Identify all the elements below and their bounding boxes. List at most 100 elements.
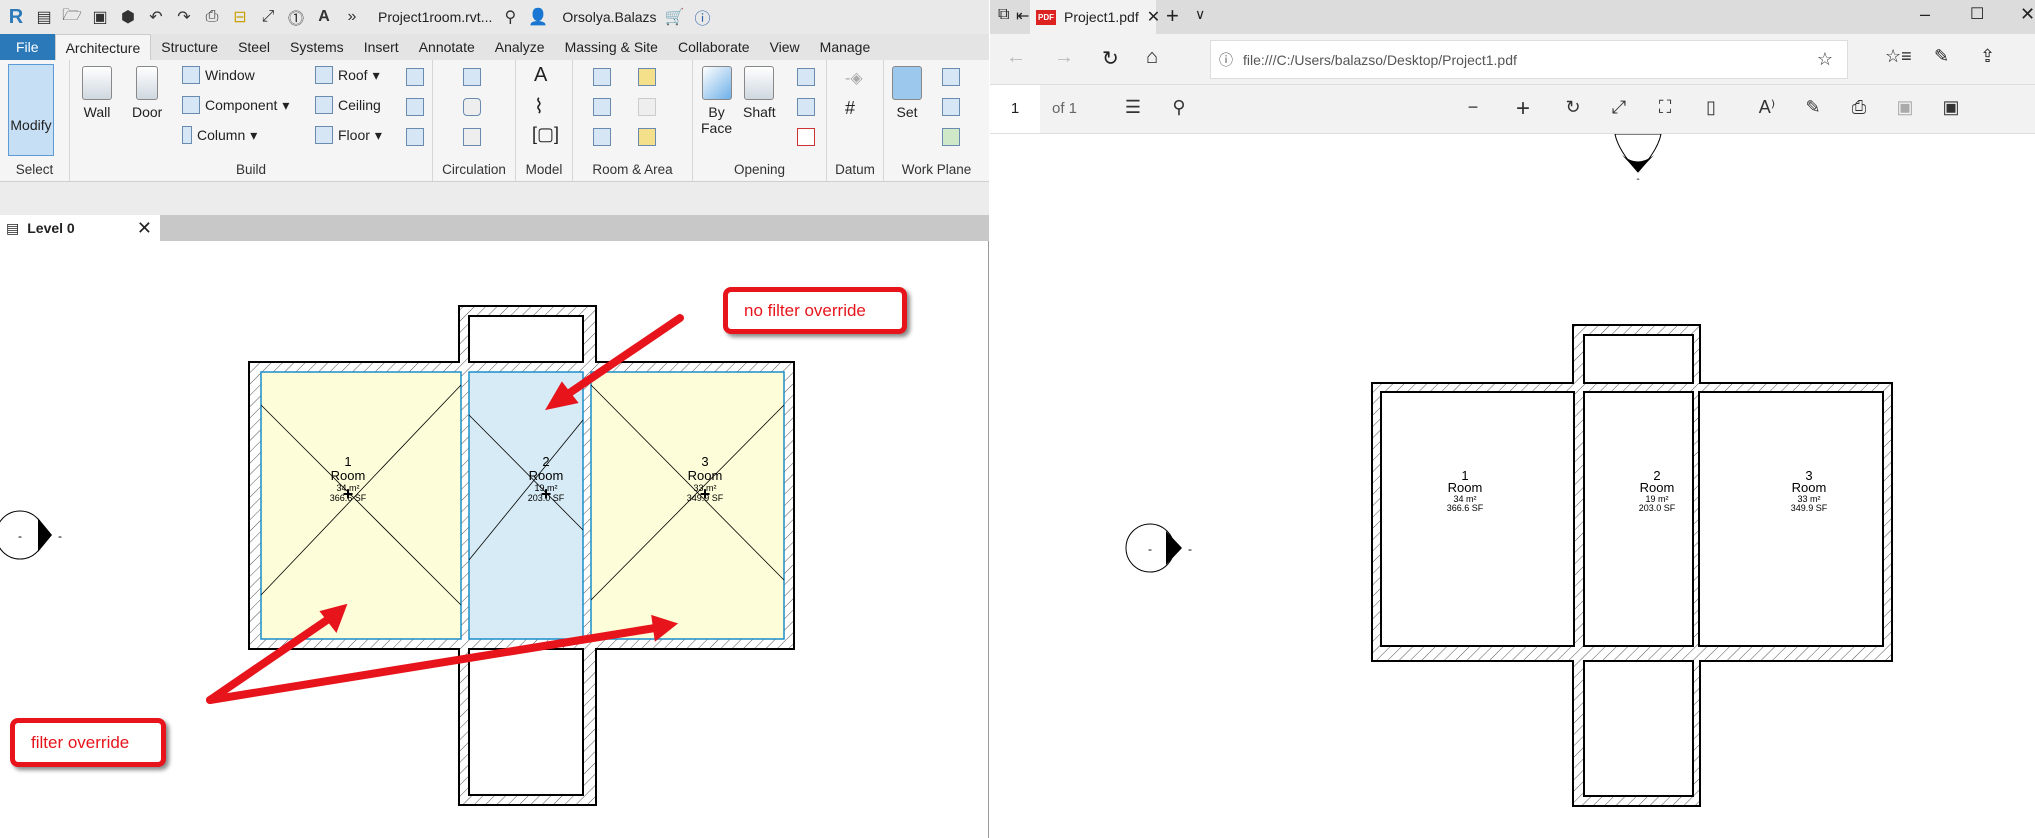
- ref-plane-icon[interactable]: [942, 98, 960, 116]
- tag-area-icon[interactable]: [638, 128, 656, 146]
- maximize-icon[interactable]: ☐: [1970, 4, 1984, 24]
- stair-icon[interactable]: [463, 128, 481, 146]
- modify-button[interactable]: Modify: [8, 64, 54, 156]
- tag-room-icon[interactable]: [593, 128, 611, 146]
- save-icon[interactable]: ▣: [90, 7, 110, 27]
- panel-room-area-title[interactable]: Room & Area: [573, 162, 692, 177]
- favorite-star-icon[interactable]: ☆: [1817, 49, 1833, 70]
- new-tab-icon[interactable]: +: [1166, 3, 1179, 29]
- tab-architecture[interactable]: Architecture: [54, 34, 152, 60]
- set-button[interactable]: Set: [892, 66, 922, 120]
- measure-icon[interactable]: ⊟: [230, 7, 250, 27]
- vertical-opening-icon[interactable]: [797, 98, 815, 116]
- component-button[interactable]: Component ▾: [182, 96, 289, 114]
- ramp-icon[interactable]: [463, 98, 481, 116]
- tab-manage[interactable]: Manage: [810, 34, 881, 60]
- tab-list-icon[interactable]: ∨: [1195, 6, 1205, 23]
- read-aloud-icon[interactable]: A⁾: [1754, 97, 1780, 118]
- tab-steel[interactable]: Steel: [228, 34, 280, 60]
- curtain-grid-icon[interactable]: [406, 98, 424, 116]
- forward-icon[interactable]: →: [1054, 46, 1074, 69]
- door-button[interactable]: Door: [132, 66, 162, 120]
- search-icon[interactable]: ⚲: [1166, 97, 1192, 118]
- viewer-icon[interactable]: [942, 128, 960, 146]
- print-icon[interactable]: ⎙: [202, 8, 222, 26]
- model-group-icon[interactable]: [▢]: [532, 124, 559, 145]
- room-separator-icon[interactable]: [593, 98, 611, 116]
- minimize-icon[interactable]: –: [1920, 4, 1930, 25]
- info-icon[interactable]: ⓘ: [1219, 50, 1233, 70]
- railing-icon[interactable]: [463, 68, 481, 86]
- column-button[interactable]: Column ▾: [182, 126, 257, 144]
- tab-systems[interactable]: Systems: [280, 34, 354, 60]
- wall-button[interactable]: Wall: [82, 66, 112, 120]
- full-screen-icon[interactable]: ⛶: [1652, 97, 1678, 118]
- room-3-filled[interactable]: [590, 371, 785, 640]
- mullion-icon[interactable]: [406, 128, 424, 146]
- wall-opening-icon[interactable]: [797, 68, 815, 86]
- notes-icon[interactable]: ✎: [1934, 46, 1949, 67]
- tag-icon[interactable]: ⓵: [286, 5, 306, 29]
- address-input[interactable]: file:///C:/Users/balazso/Desktop/Project…: [1243, 52, 1517, 68]
- zoom-out-icon[interactable]: −: [1460, 97, 1486, 118]
- tab-insert[interactable]: Insert: [354, 34, 409, 60]
- area-icon[interactable]: [638, 68, 656, 86]
- binoculars-icon[interactable]: ⚲: [500, 7, 520, 27]
- tab-collaborate[interactable]: Collaborate: [668, 34, 760, 60]
- open-icon[interactable]: ▤: [34, 7, 54, 27]
- panel-select-title[interactable]: Select: [0, 162, 69, 177]
- text-icon[interactable]: A: [314, 8, 334, 26]
- floor-button[interactable]: Floor ▾: [315, 126, 382, 144]
- view-tab-level-0[interactable]: ▤ Level 0 ✕: [0, 215, 160, 241]
- by-face-button[interactable]: By Face: [701, 66, 732, 136]
- close-view-icon[interactable]: ✕: [137, 218, 152, 239]
- dimension-icon[interactable]: ⤢: [258, 8, 278, 26]
- shaft-button[interactable]: Shaft: [743, 66, 776, 120]
- rotate-icon[interactable]: ↻: [1560, 97, 1586, 118]
- page-number-input[interactable]: 1: [990, 85, 1040, 133]
- room-2-filled[interactable]: [468, 371, 584, 640]
- room-icon[interactable]: [593, 68, 611, 86]
- cart-icon[interactable]: 🛒: [665, 7, 685, 27]
- revit-logo-icon[interactable]: R: [6, 6, 26, 29]
- help-icon[interactable]: ⓘ: [693, 5, 713, 29]
- draw-icon[interactable]: ✎: [1800, 97, 1826, 118]
- refresh-icon[interactable]: ↻: [1102, 46, 1119, 71]
- home-icon[interactable]: ⌂: [1146, 46, 1158, 69]
- print-icon[interactable]: ⎙: [1846, 97, 1872, 118]
- model-line-icon[interactable]: ⌇: [534, 94, 544, 119]
- tab-analyze[interactable]: Analyze: [485, 34, 555, 60]
- save-as-icon[interactable]: ▣: [1938, 97, 1964, 118]
- tab-actions-icon[interactable]: ⧉: [998, 6, 1009, 24]
- show-work-plane-icon[interactable]: [942, 68, 960, 86]
- page-view-icon[interactable]: ▯: [1698, 97, 1724, 118]
- section-marker[interactable]: - -: [0, 510, 62, 560]
- zoom-in-icon[interactable]: +: [1510, 95, 1536, 123]
- window-button[interactable]: Window: [182, 66, 255, 84]
- grid-icon[interactable]: #: [845, 98, 855, 119]
- fit-page-icon[interactable]: ⤢: [1606, 97, 1632, 118]
- undo-icon[interactable]: ↶: [146, 7, 166, 27]
- ceiling-button[interactable]: Ceiling: [315, 96, 381, 114]
- set-aside-tabs-icon[interactable]: ⇤: [1016, 6, 1029, 26]
- sync-icon[interactable]: ⬢: [118, 7, 138, 27]
- curtain-system-icon[interactable]: [406, 68, 424, 86]
- expand-icon[interactable]: »: [342, 8, 362, 26]
- user-icon[interactable]: 👤: [528, 7, 548, 27]
- close-window-icon[interactable]: ✕: [2020, 4, 2035, 25]
- favorites-icon[interactable]: ☆≡: [1885, 46, 1912, 67]
- browser-tab-project1[interactable]: PDF Project1.pdf ✕: [1030, 0, 1160, 34]
- folder-icon[interactable]: 🗁: [62, 4, 82, 31]
- tab-file[interactable]: File: [0, 34, 55, 60]
- model-text-icon[interactable]: A: [534, 64, 547, 87]
- roof-button[interactable]: Roof ▾: [315, 66, 380, 84]
- back-icon[interactable]: ←: [1006, 46, 1026, 69]
- tab-structure[interactable]: Structure: [151, 34, 228, 60]
- address-bar[interactable]: ⓘ file:///C:/Users/balazso/Desktop/Proje…: [1210, 40, 1848, 79]
- contents-icon[interactable]: ☰: [1120, 97, 1146, 118]
- tab-view[interactable]: View: [760, 34, 810, 60]
- tab-annotate[interactable]: Annotate: [409, 34, 485, 60]
- user-name[interactable]: Orsolya.Balazs: [562, 9, 656, 25]
- dormer-icon[interactable]: [797, 128, 815, 146]
- tab-massing-site[interactable]: Massing & Site: [555, 34, 668, 60]
